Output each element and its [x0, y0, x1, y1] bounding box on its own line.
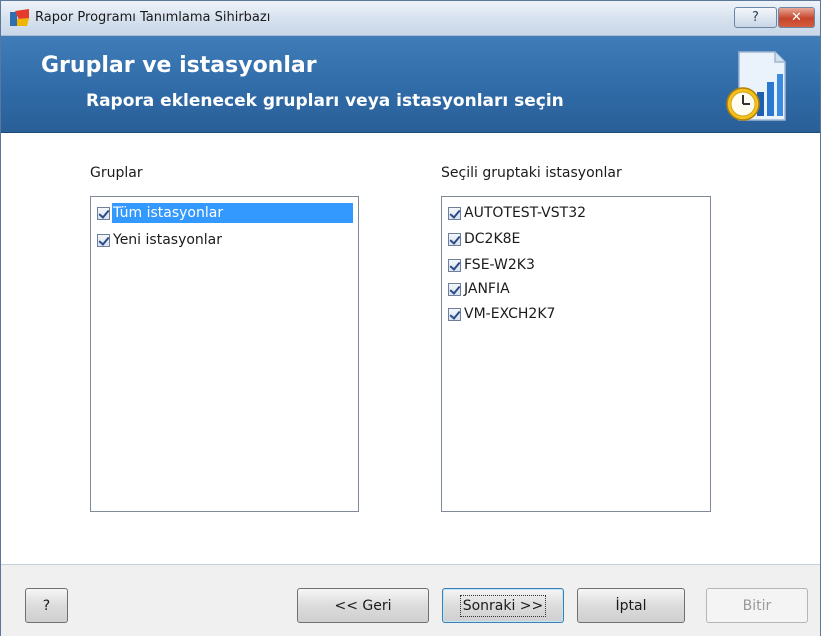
- finish-button[interactable]: Bitir: [706, 588, 808, 623]
- app-logo-icon: [10, 9, 29, 26]
- cancel-button-label: İptal: [615, 597, 647, 614]
- checkbox-checked[interactable]: [448, 258, 461, 272]
- help-button-label: ?: [42, 597, 51, 614]
- station-item-label: VM-EXCH2K7: [464, 306, 556, 322]
- station-item[interactable]: VM-EXCH2K7: [448, 304, 556, 324]
- groups-list[interactable]: Tüm istasyonlar Yeni istasyonlar: [90, 196, 359, 512]
- station-item-label: DC2K8E: [464, 231, 521, 247]
- checkbox-checked[interactable]: [97, 206, 110, 220]
- wizard-header: Gruplar ve istasyonlar Rapora eklenecek …: [1, 36, 820, 133]
- back-button[interactable]: << Geri: [297, 588, 429, 623]
- group-item-label: Yeni istasyonlar: [113, 232, 223, 248]
- stations-label: Seçili gruptaki istasyonlar: [441, 165, 622, 181]
- group-item-tum-istasyonlar[interactable]: Tüm istasyonlar: [97, 203, 353, 223]
- wizard-window: Rapor Programı Tanımlama Sihirbazı ? ✕ G…: [0, 0, 821, 636]
- help-title-button[interactable]: ?: [734, 7, 777, 28]
- checkbox-checked[interactable]: [448, 206, 461, 220]
- window-title: Rapor Programı Tanımlama Sihirbazı: [35, 10, 271, 25]
- station-item[interactable]: AUTOTEST-VST32: [448, 203, 587, 223]
- station-item-label: JANFIA: [464, 281, 510, 297]
- next-button-label: Sonraki >>: [459, 594, 547, 617]
- finish-button-label: Bitir: [742, 597, 772, 614]
- back-button-label: << Geri: [334, 597, 392, 614]
- station-item-label: AUTOTEST-VST32: [464, 205, 587, 221]
- page-title: Gruplar ve istasyonlar: [41, 53, 317, 78]
- page-subtitle: Rapora eklenecek grupları veya istasyonl…: [86, 91, 564, 111]
- checkbox-checked[interactable]: [448, 307, 461, 321]
- group-item-yeni-istasyonlar[interactable]: Yeni istasyonlar: [97, 230, 223, 250]
- cancel-button[interactable]: İptal: [577, 588, 685, 623]
- station-item[interactable]: DC2K8E: [448, 229, 521, 249]
- station-item[interactable]: FSE-W2K3: [448, 255, 536, 275]
- next-button[interactable]: Sonraki >>: [442, 588, 564, 623]
- title-bar: Rapor Programı Tanımlama Sihirbazı ? ✕: [1, 1, 820, 36]
- station-item[interactable]: JANFIA: [448, 279, 511, 299]
- group-item-label: Tüm istasyonlar: [112, 203, 353, 223]
- help-button[interactable]: ?: [25, 588, 68, 623]
- groups-label: Gruplar: [90, 165, 143, 181]
- checkbox-checked[interactable]: [97, 233, 110, 247]
- checkbox-checked[interactable]: [448, 282, 461, 296]
- station-item-label: FSE-W2K3: [464, 257, 535, 273]
- stations-list[interactable]: AUTOTEST-VST32 DC2K8E FSE-W2K3 JANFIA VM…: [441, 196, 711, 512]
- checkbox-checked[interactable]: [448, 232, 461, 246]
- report-schedule-icon: [726, 51, 786, 121]
- close-button[interactable]: ✕: [778, 7, 815, 28]
